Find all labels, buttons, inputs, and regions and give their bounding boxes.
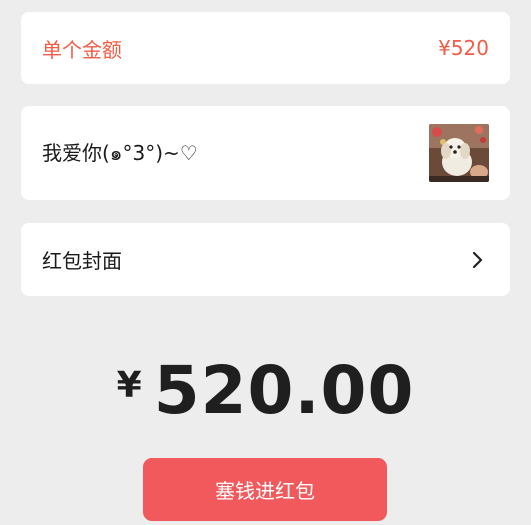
cover-label: 红包封面 <box>42 249 122 273</box>
single-amount-row[interactable]: 单个金额 ¥520 <box>21 12 510 84</box>
single-amount-value: ¥520 <box>438 36 489 60</box>
submit-red-packet-button[interactable]: 塞钱进红包 <box>143 458 387 521</box>
dog-photo-image <box>429 124 489 182</box>
chevron-right-icon <box>467 249 489 271</box>
greeting-row[interactable]: 我爱你(๑°3°)~♡ <box>21 106 510 200</box>
total-amount: ¥ 520.00 <box>0 352 531 429</box>
total-amount-value: 520.00 <box>153 352 415 429</box>
total-currency-symbol: ¥ <box>116 365 142 406</box>
dog-photo-thumbnail[interactable] <box>429 124 489 182</box>
cover-row[interactable]: 红包封面 <box>21 223 510 296</box>
single-amount-label: 单个金额 <box>42 37 122 62</box>
greeting-text: 我爱你(๑°3°)~♡ <box>42 141 198 165</box>
